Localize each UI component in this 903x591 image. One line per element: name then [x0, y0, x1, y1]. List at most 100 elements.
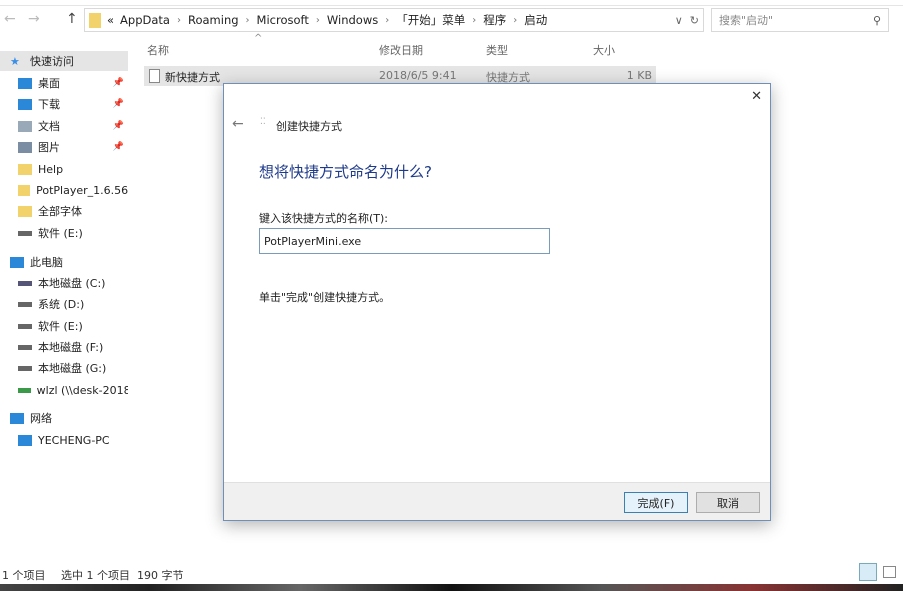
breadcrumb-item[interactable]: Windows: [327, 13, 378, 27]
sidebar-item[interactable]: 网络: [0, 408, 128, 428]
finish-button[interactable]: 完成(F): [624, 492, 688, 513]
sidebar-item[interactable]: ★ 快速访问: [0, 51, 128, 71]
breadcrumb-item[interactable]: Roaming: [188, 13, 239, 27]
sidebar-item-label: 下载: [38, 98, 60, 111]
address-overflow[interactable]: «: [107, 13, 114, 27]
sidebar-item[interactable]: 桌面 📌: [0, 73, 128, 93]
pin-icon[interactable]: 📌: [113, 78, 124, 88]
breadcrumb-item[interactable]: Microsoft: [257, 13, 309, 27]
selection-info: 选中 1 个项目 190 字节: [61, 569, 184, 582]
computer-icon: [18, 434, 32, 446]
back-button[interactable]: ←: [4, 11, 16, 27]
sidebar-item[interactable]: 本地磁盘 (G:): [0, 358, 128, 378]
pictures-icon: [18, 141, 32, 153]
sidebar-item-label: 软件 (E:): [38, 227, 83, 240]
sidebar-item[interactable]: 软件 (E:): [0, 223, 128, 243]
sidebar-item[interactable]: 系统 (D:): [0, 294, 128, 314]
download-icon: [18, 98, 32, 110]
breadcrumb-separator[interactable]: ›: [177, 15, 181, 26]
sidebar-item-label: 此电脑: [30, 256, 63, 269]
desktop-icon: [18, 77, 32, 89]
breadcrumb-separator[interactable]: ›: [513, 15, 517, 26]
name-field-label: 键入该快捷方式的名称(T):: [259, 212, 389, 225]
sidebar-item[interactable]: 文档 📌: [0, 116, 128, 136]
column-header-name[interactable]: 名称: [147, 42, 169, 58]
sidebar-item[interactable]: Help: [0, 159, 128, 179]
sidebar-item-label: wlzl (\\desk-20180: [36, 383, 128, 397]
address-dropdown-icon[interactable]: ∨: [675, 14, 683, 27]
address-bar[interactable]: « AppData › Roaming › Microsoft › Windows › 「开始」…: [84, 8, 704, 32]
back-arrow-icon[interactable]: ←: [232, 116, 244, 132]
drive-icon: [18, 301, 32, 307]
sidebar-item[interactable]: 本地磁盘 (F:): [0, 337, 128, 357]
sidebar-item[interactable]: 此电脑: [0, 252, 128, 272]
column-header-size[interactable]: 大小: [593, 42, 615, 58]
computer-icon: [10, 256, 24, 268]
sidebar-item-label: PotPlayer_1.6.5619: [36, 183, 128, 197]
sidebar-item[interactable]: YECHENG-PC: [0, 430, 128, 450]
file-date: 2018/6/5 9:41: [379, 69, 457, 82]
sidebar-item[interactable]: wlzl (\\desk-20180: [0, 380, 128, 400]
folder-icon: [18, 163, 32, 175]
drive-icon: [18, 323, 32, 329]
breadcrumb-item[interactable]: 程序: [483, 12, 506, 28]
window-top-edge: [0, 0, 903, 6]
sidebar-item-label: 本地磁盘 (G:): [38, 362, 107, 375]
up-button[interactable]: ↑: [66, 11, 78, 27]
sidebar-item-label: 本地磁盘 (F:): [38, 341, 104, 354]
pin-icon[interactable]: 📌: [113, 121, 124, 131]
star-icon: ★: [10, 54, 20, 68]
file-size: 1 KB: [626, 69, 652, 82]
dialog-heading: 想将快捷方式命名为什么?: [259, 163, 432, 181]
column-header-date[interactable]: 修改日期: [379, 42, 423, 58]
dialog-title: 创建快捷方式: [276, 120, 342, 133]
pin-icon[interactable]: 📌: [113, 142, 124, 152]
sidebar-item-label: Help: [38, 162, 64, 176]
search-input[interactable]: 搜索"启动" ⚲: [711, 8, 889, 32]
sidebar-item[interactable]: 软件 (E:): [0, 316, 128, 336]
close-icon[interactable]: ✕: [751, 89, 762, 104]
shortcut-wizard-icon: ⁚⁚: [260, 117, 266, 127]
drive-icon: [18, 344, 32, 350]
sidebar-item-label: 全部字体: [38, 205, 82, 218]
details-view-button[interactable]: [859, 563, 877, 581]
breadcrumb-separator[interactable]: ›: [385, 15, 389, 26]
breadcrumb-separator[interactable]: ›: [316, 15, 320, 26]
pin-icon[interactable]: 📌: [113, 99, 124, 109]
search-placeholder: 搜索"启动": [719, 14, 774, 27]
file-icon: [149, 69, 160, 83]
shortcut-name-input[interactable]: [259, 228, 550, 254]
create-shortcut-dialog: ✕ ← ⁚⁚ 创建快捷方式 想将快捷方式命名为什么? 键入该快捷方式的名称(T)…: [223, 83, 771, 521]
network-icon: [10, 412, 24, 424]
breadcrumb-item[interactable]: AppData: [120, 13, 170, 27]
sidebar-item-label: 桌面: [38, 77, 60, 90]
hint-text: 单击"完成"创建快捷方式。: [259, 291, 391, 304]
file-name: 新快捷方式: [165, 71, 220, 84]
breadcrumb-separator[interactable]: ›: [472, 15, 476, 26]
large-icons-view-button[interactable]: [883, 566, 896, 578]
column-header-type[interactable]: 类型: [486, 42, 508, 58]
sidebar-item[interactable]: 下载 📌: [0, 94, 128, 114]
breadcrumb-item[interactable]: 启动: [524, 12, 547, 28]
dialog-footer: 完成(F) 取消: [224, 482, 770, 520]
sidebar-item-label: 图片: [38, 141, 60, 154]
sidebar-item-label: 网络: [30, 412, 52, 425]
cancel-button[interactable]: 取消: [696, 492, 760, 513]
sidebar-item[interactable]: PotPlayer_1.6.5619: [0, 180, 128, 200]
sidebar-item[interactable]: 本地磁盘 (C:): [0, 273, 128, 293]
taskbar-strip: [0, 584, 903, 591]
sidebar-item-label: 本地磁盘 (C:): [38, 277, 106, 290]
sidebar-item[interactable]: 图片 📌: [0, 137, 128, 157]
forward-button[interactable]: →: [28, 11, 40, 27]
network-drive-icon: [18, 387, 31, 393]
item-count: 1 个项目: [2, 569, 46, 582]
breadcrumb-item[interactable]: 「开始」菜单: [396, 12, 465, 28]
sidebar-item-label: YECHENG-PC: [38, 433, 110, 447]
sidebar-item[interactable]: 全部字体: [0, 201, 128, 221]
folder-icon: [18, 205, 32, 217]
breadcrumb-separator[interactable]: ›: [246, 15, 250, 26]
refresh-icon[interactable]: ↻: [690, 14, 699, 27]
search-icon[interactable]: ⚲: [873, 14, 881, 27]
folder-icon: [18, 184, 31, 196]
drive-icon: [18, 280, 32, 286]
